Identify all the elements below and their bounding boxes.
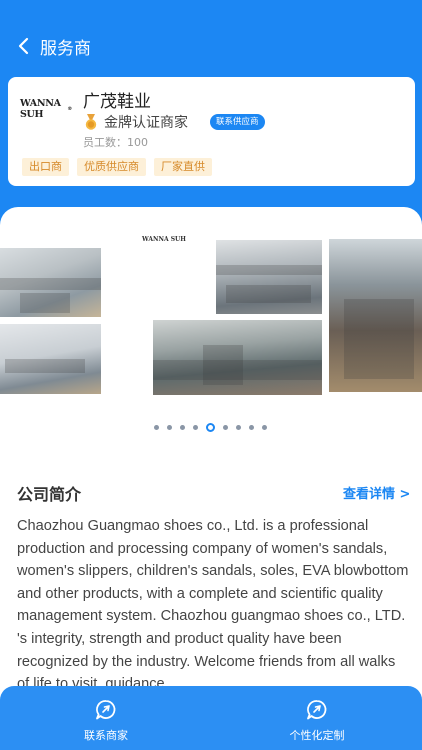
contact-merchant-button[interactable]: 联系商家 bbox=[36, 686, 176, 750]
pagination-dot[interactable] bbox=[154, 425, 159, 430]
staff-count: 员工数：100 bbox=[83, 136, 148, 149]
brand-watermark: WANNA SUH bbox=[142, 236, 186, 243]
chat-icon bbox=[307, 700, 327, 720]
nav-bar: 服务商 bbox=[0, 26, 422, 66]
factory-photo bbox=[0, 324, 101, 394]
company-logo: WANNA SUH ® bbox=[20, 98, 72, 120]
factory-photo bbox=[153, 320, 322, 395]
page-title: 服务商 bbox=[40, 39, 91, 59]
pagination-dot[interactable] bbox=[193, 425, 198, 430]
company-card: WANNA SUH ® 广茂鞋业 金牌认证商家 联系供应商 员工数：100 出口商… bbox=[8, 77, 415, 186]
factory-photo bbox=[0, 248, 101, 317]
tag-quality-supplier: 优质供应商 bbox=[77, 158, 146, 176]
tag-factory-direct: 厂家直供 bbox=[154, 158, 212, 176]
pagination-dot[interactable] bbox=[180, 425, 185, 430]
pagination-dot[interactable] bbox=[236, 425, 241, 430]
pagination-dot-active[interactable] bbox=[206, 423, 215, 432]
view-details-link[interactable]: 查看详情 > bbox=[343, 483, 410, 502]
contact-merchant-label: 联系商家 bbox=[84, 729, 128, 742]
section-title: 公司简介 bbox=[17, 485, 82, 504]
custom-order-button[interactable]: 个性化定制 bbox=[247, 686, 387, 750]
factory-photo bbox=[216, 240, 322, 314]
pagination-dot[interactable] bbox=[167, 425, 172, 430]
certification-label: 金牌认证商家 bbox=[104, 115, 188, 131]
pagination-dot[interactable] bbox=[223, 425, 228, 430]
carousel-pagination bbox=[154, 423, 267, 432]
factory-photo bbox=[329, 239, 422, 392]
company-name: 广茂鞋业 bbox=[83, 92, 151, 112]
tag-exporter: 出口商 bbox=[22, 158, 69, 176]
pagination-dot[interactable] bbox=[249, 425, 254, 430]
custom-order-label: 个性化定制 bbox=[289, 729, 345, 742]
chat-icon bbox=[96, 700, 116, 720]
back-arrow-icon[interactable] bbox=[17, 37, 31, 55]
pagination-dot[interactable] bbox=[262, 425, 267, 430]
company-tags: 出口商 优质供应商 厂家直供 bbox=[22, 158, 212, 176]
bottom-action-bar: 联系商家 个性化定制 bbox=[0, 686, 422, 750]
contact-supplier-button[interactable]: 联系供应商 bbox=[210, 114, 265, 130]
company-description: Chaozhou Guangmao shoes co., Ltd. is a p… bbox=[17, 518, 409, 693]
gold-medal-icon bbox=[85, 114, 97, 130]
